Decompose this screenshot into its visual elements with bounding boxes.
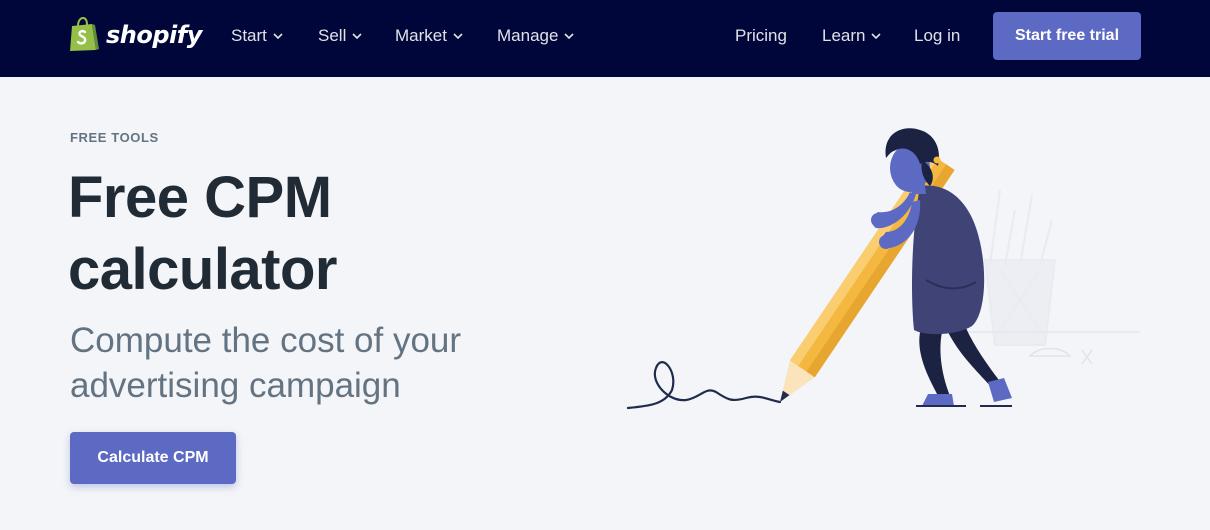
nav-item-label: Market xyxy=(395,26,447,45)
page-title: Free CPM calculator xyxy=(68,165,338,302)
eyebrow-label: FREE TOOLS xyxy=(70,130,159,145)
nav-link-login[interactable]: Log in xyxy=(914,25,960,47)
nav-item-label: Manage xyxy=(497,26,559,45)
nav-item-start[interactable]: Start xyxy=(231,25,283,47)
nav-link-pricing[interactable]: Pricing xyxy=(735,25,787,47)
calculate-cpm-button[interactable]: Calculate CPM xyxy=(70,432,236,484)
top-navigation: shopify Start Sell Market Manage Pricing… xyxy=(0,0,1210,77)
start-free-trial-button[interactable]: Start free trial xyxy=(993,12,1141,60)
brand-wordmark: shopify xyxy=(106,21,202,49)
chevron-down-icon xyxy=(871,33,882,39)
nav-item-manage[interactable]: Manage xyxy=(497,25,575,47)
nav-link-label: Log in xyxy=(914,26,961,45)
nav-item-market[interactable]: Market xyxy=(395,25,463,47)
chevron-down-icon xyxy=(564,33,575,39)
person-with-pencil-illustration xyxy=(626,128,1140,410)
nav-item-label: Sell xyxy=(318,26,347,45)
nav-item-learn[interactable]: Learn xyxy=(822,25,882,47)
page-subtitle: Compute the cost of your advertising cam… xyxy=(70,321,462,405)
chevron-down-icon xyxy=(273,33,283,39)
shopify-logo[interactable]: shopify xyxy=(68,16,202,54)
nav-link-label: Pricing xyxy=(735,26,787,45)
shopping-bag-icon xyxy=(70,17,99,51)
chevron-down-icon xyxy=(352,33,362,39)
nav-item-label: Start xyxy=(231,26,267,45)
nav-item-label: Learn xyxy=(822,26,866,45)
chevron-down-icon xyxy=(453,33,463,39)
nav-item-sell[interactable]: Sell xyxy=(318,25,362,47)
